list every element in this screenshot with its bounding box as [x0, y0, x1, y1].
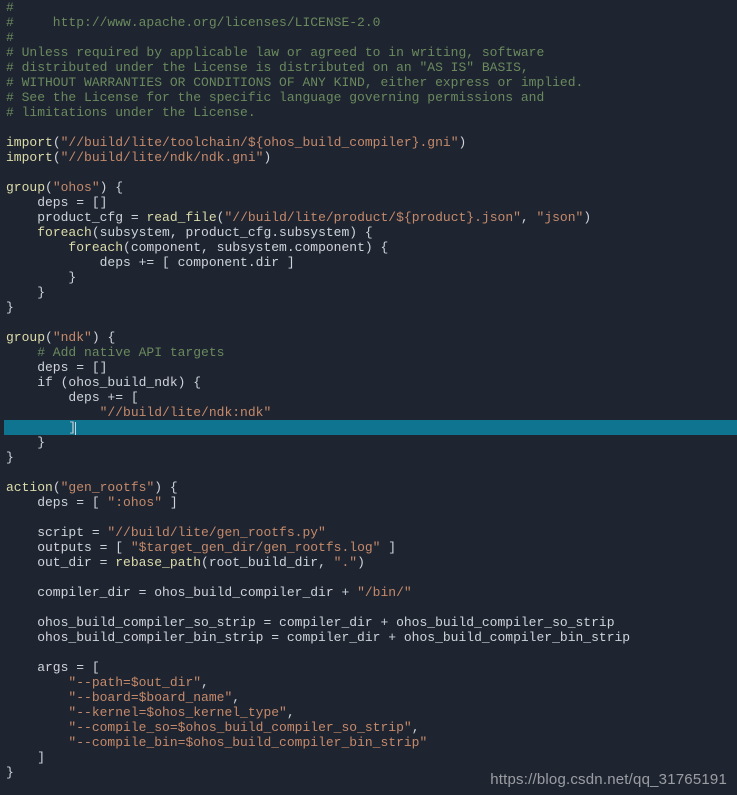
code-line[interactable]	[0, 600, 737, 615]
code-line[interactable]: deps = [ ":ohos" ]	[0, 495, 737, 510]
code-line[interactable]: }	[0, 270, 737, 285]
code-line[interactable]	[0, 465, 737, 480]
code-line[interactable]: foreach(component, subsystem.component) …	[0, 240, 737, 255]
code-line[interactable]: }	[0, 300, 737, 315]
code-line[interactable]: "--path=$out_dir",	[0, 675, 737, 690]
code-line[interactable]: deps += [	[0, 390, 737, 405]
code-line[interactable]: script = "//build/lite/gen_rootfs.py"	[0, 525, 737, 540]
code-line[interactable]: ohos_build_compiler_so_strip = compiler_…	[0, 615, 737, 630]
code-line[interactable]: }	[0, 450, 737, 465]
code-line[interactable]: product_cfg = read_file("//build/lite/pr…	[0, 210, 737, 225]
code-line[interactable]: group("ohos") {	[0, 180, 737, 195]
code-line[interactable]	[0, 120, 737, 135]
code-line[interactable]: "--kernel=$ohos_kernel_type",	[0, 705, 737, 720]
code-line[interactable]: # distributed under the License is distr…	[0, 60, 737, 75]
code-line[interactable]	[0, 645, 737, 660]
code-line[interactable]: action("gen_rootfs") {	[0, 480, 737, 495]
code-line[interactable]: #	[0, 0, 737, 15]
code-line[interactable]: "--board=$board_name",	[0, 690, 737, 705]
code-line[interactable]: compiler_dir = ohos_build_compiler_dir +…	[0, 585, 737, 600]
code-line[interactable]: }	[0, 285, 737, 300]
code-line[interactable]	[0, 165, 737, 180]
code-line[interactable]: ]	[4, 420, 737, 435]
watermark: https://blog.csdn.net/qq_31765191	[490, 772, 727, 787]
code-line[interactable]: deps += [ component.dir ]	[0, 255, 737, 270]
code-line[interactable]: # Add native API targets	[0, 345, 737, 360]
code-editor[interactable]: ## http://www.apache.org/licenses/LICENS…	[0, 0, 737, 780]
code-line[interactable]: # http://www.apache.org/licenses/LICENSE…	[0, 15, 737, 30]
code-line[interactable]: # See the License for the specific langu…	[0, 90, 737, 105]
code-line[interactable]: deps = []	[0, 195, 737, 210]
code-line[interactable]: foreach(subsystem, product_cfg.subsystem…	[0, 225, 737, 240]
code-line[interactable]	[0, 510, 737, 525]
code-line[interactable]: group("ndk") {	[0, 330, 737, 345]
code-line[interactable]: # limitations under the License.	[0, 105, 737, 120]
code-line[interactable]: ohos_build_compiler_bin_strip = compiler…	[0, 630, 737, 645]
code-line[interactable]: # Unless required by applicable law or a…	[0, 45, 737, 60]
code-line[interactable]	[0, 570, 737, 585]
code-line[interactable]: "//build/lite/ndk:ndk"	[0, 405, 737, 420]
code-line[interactable]: "--compile_bin=$ohos_build_compiler_bin_…	[0, 735, 737, 750]
code-line[interactable]: if (ohos_build_ndk) {	[0, 375, 737, 390]
code-line[interactable]: ]	[0, 750, 737, 765]
code-line[interactable]: deps = []	[0, 360, 737, 375]
code-line[interactable]: outputs = [ "$target_gen_dir/gen_rootfs.…	[0, 540, 737, 555]
code-line[interactable]: import("//build/lite/toolchain/${ohos_bu…	[0, 135, 737, 150]
code-line[interactable]: "--compile_so=$ohos_build_compiler_so_st…	[0, 720, 737, 735]
code-line[interactable]: args = [	[0, 660, 737, 675]
code-line[interactable]: #	[0, 30, 737, 45]
code-line[interactable]: import("//build/lite/ndk/ndk.gni")	[0, 150, 737, 165]
code-line[interactable]: # WITHOUT WARRANTIES OR CONDITIONS OF AN…	[0, 75, 737, 90]
code-line[interactable]	[0, 315, 737, 330]
code-line[interactable]: }	[0, 435, 737, 450]
code-line[interactable]: out_dir = rebase_path(root_build_dir, ".…	[0, 555, 737, 570]
